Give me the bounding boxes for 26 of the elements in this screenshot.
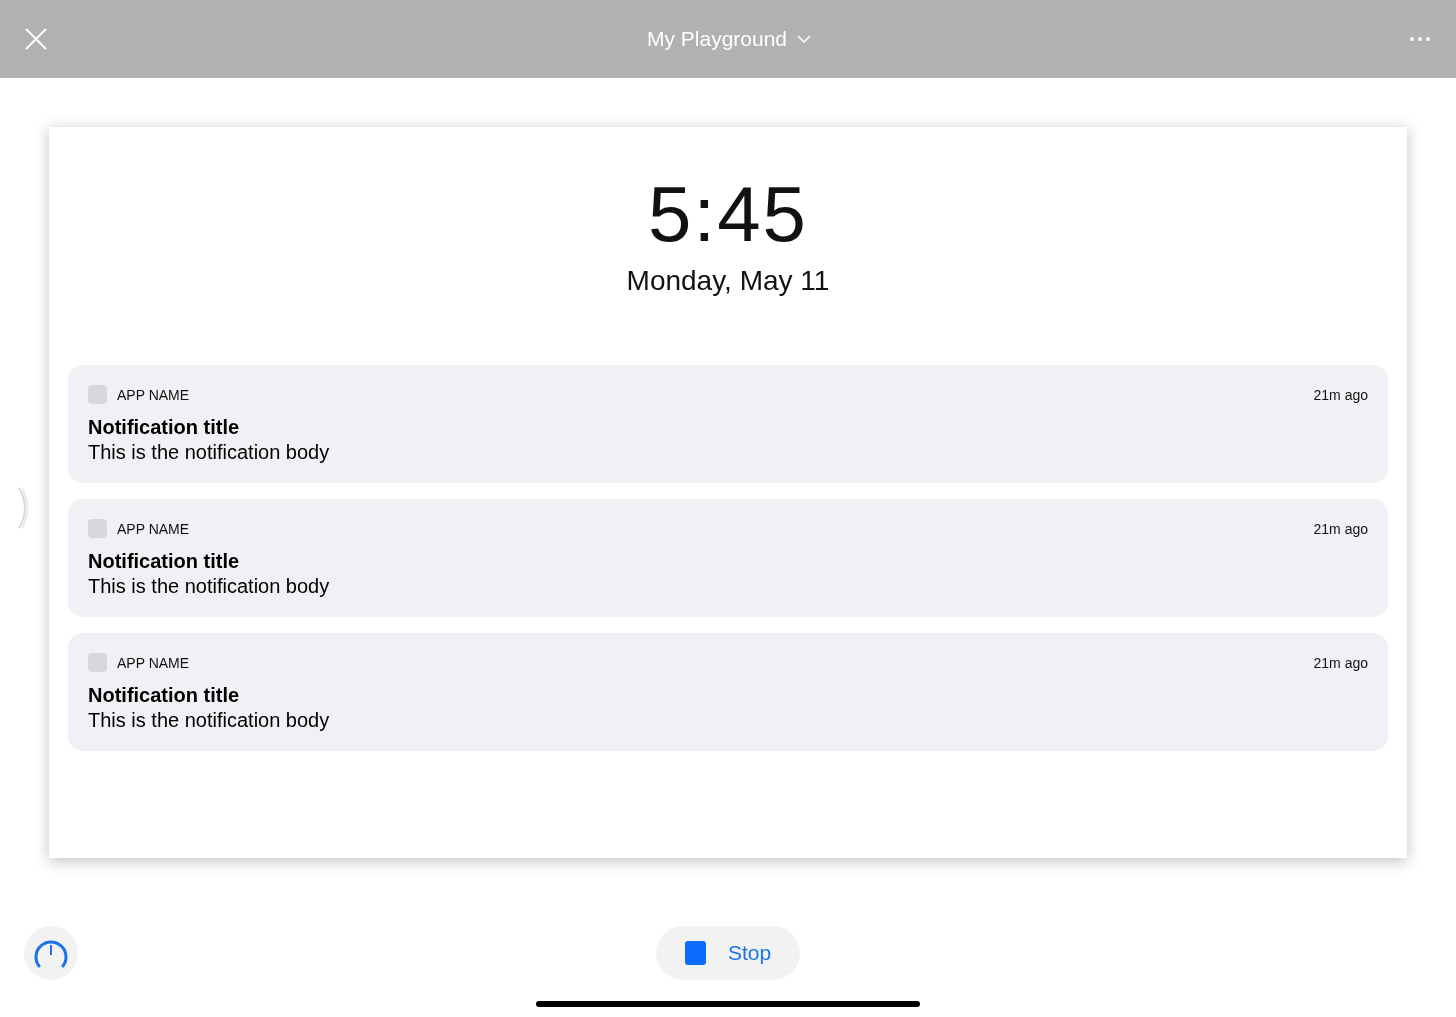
- stop-button[interactable]: Stop: [656, 926, 800, 980]
- notification-body: This is the notification body: [88, 441, 331, 464]
- notification-body: This is the notification body: [88, 575, 331, 598]
- app-name: APP NAME: [117, 386, 190, 403]
- clock-time: 5:45: [648, 175, 808, 253]
- notification-time: 21m ago: [1313, 654, 1368, 671]
- notification-time: 21m ago: [1313, 386, 1368, 403]
- notification-body: This is the notification body: [88, 709, 331, 732]
- notification-card[interactable]: APP NAME 21m ago Notification title This is the notification body: [68, 365, 1388, 483]
- stop-icon: [684, 941, 706, 965]
- date-label: Monday, May 11: [626, 265, 830, 297]
- notification-card[interactable]: APP NAME 21m ago Notification title This is the notification body: [68, 633, 1388, 751]
- notification-time: 21m ago: [1313, 520, 1368, 537]
- notification-title: Notification title: [88, 416, 241, 439]
- app-icon: [88, 653, 107, 672]
- notification-title: Notification title: [88, 684, 241, 707]
- close-icon[interactable]: [24, 27, 48, 51]
- notification-card[interactable]: APP NAME 21m ago Notification title This is the notification body: [68, 499, 1388, 617]
- side-handle-icon[interactable]: [17, 486, 31, 530]
- notification-title: Notification title: [88, 550, 241, 573]
- app-name: APP NAME: [117, 654, 190, 671]
- chevron-down-icon[interactable]: [797, 35, 812, 43]
- app-name: APP NAME: [117, 520, 190, 537]
- app-icon: [88, 519, 107, 538]
- more-icon[interactable]: [1410, 37, 1430, 41]
- app-icon: [88, 385, 107, 404]
